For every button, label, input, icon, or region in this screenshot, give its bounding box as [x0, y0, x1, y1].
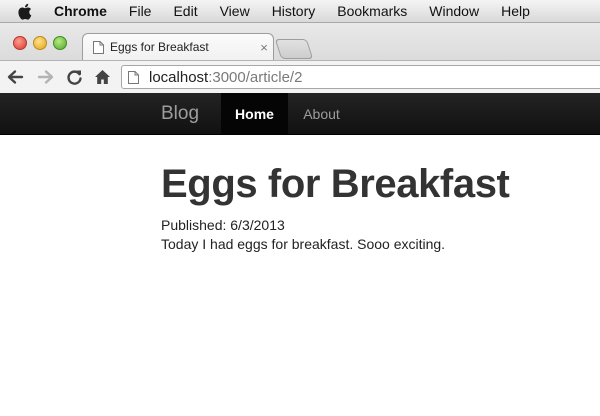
- apple-logo-icon[interactable]: [17, 2, 35, 20]
- menu-help[interactable]: Help: [501, 3, 530, 19]
- menu-edit[interactable]: Edit: [173, 3, 197, 19]
- address-bar[interactable]: localhost :3000/article/2: [121, 65, 600, 89]
- menu-file[interactable]: File: [129, 3, 152, 19]
- brand-link[interactable]: Blog: [161, 103, 199, 125]
- site-navbar: Blog Home About: [0, 93, 600, 135]
- nav-link-home[interactable]: Home: [221, 93, 288, 134]
- page-icon: [93, 40, 104, 54]
- published-date: Published: 6/3/2013: [161, 217, 285, 233]
- zoom-window-button[interactable]: [53, 36, 67, 50]
- home-icon[interactable]: [92, 67, 112, 87]
- new-tab-button[interactable]: [274, 39, 314, 59]
- article-body: Today I had eggs for breakfast. Sooo exc…: [161, 236, 446, 252]
- browser-toolbar: localhost :3000/article/2: [0, 60, 600, 94]
- menu-view[interactable]: View: [220, 3, 250, 19]
- article-title: Eggs for Breakfast: [161, 162, 510, 206]
- back-arrow-icon[interactable]: [5, 67, 25, 87]
- reload-icon[interactable]: [64, 67, 84, 87]
- nav-link-about[interactable]: About: [288, 93, 355, 134]
- page-icon: [128, 70, 139, 84]
- tab-close-icon[interactable]: ×: [255, 40, 273, 55]
- minimize-window-button[interactable]: [33, 36, 47, 50]
- browser-window-header: Eggs for Breakfast × localhost:3000/art…: [0, 23, 600, 94]
- menu-chrome[interactable]: Chrome: [54, 3, 107, 19]
- forward-arrow-icon[interactable]: [36, 67, 56, 87]
- close-window-button[interactable]: [13, 36, 27, 50]
- url-host: localhost: [149, 68, 209, 86]
- menu-bookmarks[interactable]: Bookmarks: [337, 3, 407, 19]
- tab-title: Eggs for Breakfast: [110, 40, 209, 54]
- browser-tab[interactable]: Eggs for Breakfast ×: [82, 33, 274, 60]
- menu-bar: Chrome File Edit View History Bookmarks …: [0, 0, 600, 23]
- url-path: :3000/article/2: [208, 68, 303, 86]
- menu-window[interactable]: Window: [429, 3, 479, 19]
- menu-history[interactable]: History: [272, 3, 316, 19]
